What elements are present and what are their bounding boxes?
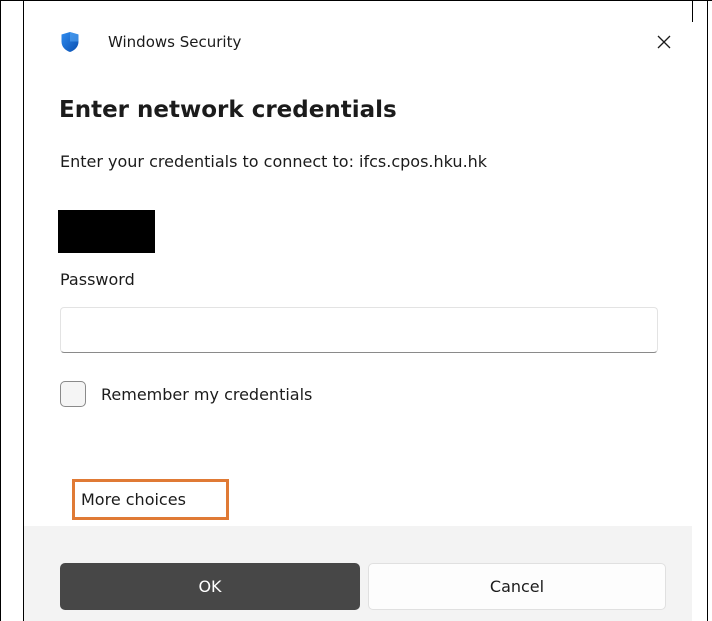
remember-label: Remember my credentials (101, 384, 313, 404)
dialog-footer: OK Cancel (24, 526, 692, 621)
frame-right-inner-border (692, 0, 693, 22)
remember-checkbox[interactable] (60, 381, 86, 407)
ok-button[interactable]: OK (60, 563, 360, 610)
ok-button-label: OK (198, 577, 222, 596)
titlebar: Windows Security (24, 1, 692, 81)
close-button[interactable] (650, 29, 678, 57)
remember-credentials-toggle[interactable]: Remember my credentials (60, 379, 312, 409)
frame-right-border (707, 0, 708, 621)
screen-frame: Windows Security Enter network credentia… (0, 0, 712, 621)
frame-left-border (0, 0, 1, 621)
cancel-button[interactable]: Cancel (368, 563, 666, 610)
password-label: Password (60, 270, 135, 289)
redacted-username (58, 210, 155, 253)
more-choices-label: More choices (81, 490, 186, 509)
dialog-subtitle: Enter your credentials to connect to: if… (60, 152, 488, 171)
close-icon (657, 34, 671, 53)
cancel-button-label: Cancel (489, 577, 545, 596)
credentials-dialog: Windows Security Enter network credentia… (24, 1, 692, 621)
more-choices-link[interactable]: More choices (72, 479, 229, 520)
password-field[interactable] (60, 307, 658, 353)
shield-icon (60, 31, 80, 53)
dialog-heading: Enter network credentials (59, 97, 397, 123)
app-title: Windows Security (108, 33, 242, 51)
